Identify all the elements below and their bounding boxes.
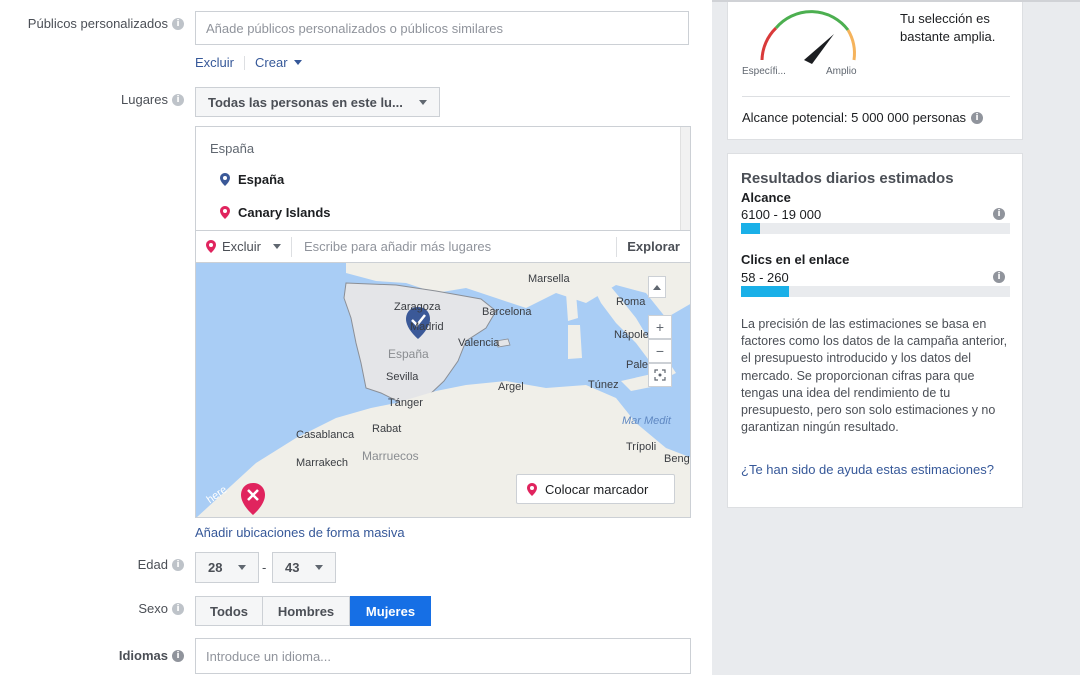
info-icon[interactable]: i — [993, 208, 1005, 220]
map-label: Casablanca — [296, 429, 355, 441]
map-label: Zaragoza — [394, 301, 441, 313]
recenter-icon — [654, 369, 666, 381]
age-min-dropdown[interactable]: 28 — [195, 552, 259, 583]
targeting-form: Públicos personalizados i Añade públicos… — [0, 0, 712, 675]
chevron-up-icon — [653, 284, 661, 290]
age-separator: - — [262, 560, 267, 575]
daily-results-card: Resultados diarios estimados Alcance 610… — [727, 153, 1023, 508]
map-label: Rabat — [372, 423, 402, 435]
custom-audiences-actions: Excluir Crear — [195, 55, 302, 70]
map-pin-icon — [206, 240, 216, 253]
location-item[interactable]: Canary Islands — [220, 205, 331, 220]
info-icon[interactable]: i — [993, 271, 1005, 283]
bulk-locations-link[interactable]: Añadir ubicaciones de forma masiva — [195, 525, 405, 540]
chevron-down-icon — [273, 244, 282, 249]
map-label: Barcelona — [482, 306, 532, 318]
gauge-left-label: Específi... — [742, 66, 786, 77]
chevron-down-icon — [419, 99, 427, 105]
info-icon[interactable]: i — [172, 649, 184, 662]
location-group-header: España — [210, 141, 255, 156]
map-label: Madrid — [410, 321, 444, 333]
map-label: Marruecos — [362, 449, 419, 463]
chevron-down-icon — [238, 565, 246, 570]
audience-gauge — [760, 10, 856, 64]
selected-locations-list: España España Canary Islands — [195, 126, 691, 231]
gauge-right-label: Amplio — [826, 66, 857, 77]
reach-value: 6100 - 19 000 — [741, 207, 822, 222]
map-pin-icon — [527, 482, 537, 496]
divider — [742, 96, 1010, 97]
reach-progress-bar — [741, 223, 1010, 234]
map-pin-icon — [220, 173, 230, 186]
sidebar: Específi... Amplio Tu selección es basta… — [712, 0, 1080, 675]
map-scroll-up[interactable] — [648, 276, 666, 298]
map-label: Valencia — [458, 337, 500, 349]
clicks-progress-bar — [741, 286, 1010, 297]
info-icon[interactable]: i — [971, 111, 984, 124]
fit-bounds-button[interactable] — [648, 363, 672, 387]
custom-audiences-input[interactable]: Añade públicos personalizados o públicos… — [195, 11, 689, 45]
chevron-down-icon — [315, 565, 323, 570]
exclude-link[interactable]: Excluir — [195, 55, 234, 70]
potential-reach: Alcance potencial: 5 000 000 personas i — [742, 110, 984, 125]
map-label: Tánger — [388, 397, 423, 409]
map-label: Argel — [498, 381, 524, 393]
divider — [244, 55, 246, 70]
map-label: España — [388, 347, 429, 361]
feedback-link[interactable]: ¿Te han sido de ayuda estas estimaciones… — [741, 461, 1001, 478]
scrollbar[interactable] — [680, 127, 690, 230]
zoom-out-button[interactable]: − — [648, 339, 672, 363]
explore-button[interactable]: Explorar — [616, 236, 690, 257]
reach-progress-fill — [741, 223, 760, 234]
map-label: Marsella — [528, 273, 570, 285]
place-marker-button[interactable]: Colocar marcador — [516, 474, 675, 504]
audience-status: Tu selección es bastante amplia. — [900, 11, 996, 44]
languages-label: Idiomas i — [119, 648, 184, 663]
gender-option-men[interactable]: Hombres — [262, 596, 350, 626]
info-icon[interactable]: i — [172, 93, 184, 106]
age-label: Edad i — [138, 557, 184, 572]
location-item[interactable]: España — [220, 172, 284, 187]
map-label: Mar Medit — [622, 415, 671, 427]
estimates-disclaimer: La precisión de las estimaciones se basa… — [741, 317, 1008, 435]
location-search-input[interactable]: Escribe para añadir más lugares — [292, 239, 616, 254]
map-label: Túnez — [588, 379, 619, 391]
chevron-down-icon — [293, 60, 302, 65]
clicks-progress-fill — [741, 286, 790, 297]
location-search-row: Excluir Escribe para añadir más lugares … — [195, 231, 691, 263]
info-icon[interactable]: i — [172, 17, 184, 30]
info-icon[interactable]: i — [172, 602, 184, 615]
audience-size-card: Específi... Amplio Tu selección es basta… — [727, 0, 1023, 140]
create-dropdown[interactable]: Crear — [255, 55, 302, 70]
map-label: Marrakech — [296, 457, 348, 469]
include-exclude-dropdown[interactable]: Excluir — [196, 236, 293, 257]
map-label: Trípoli — [626, 441, 657, 453]
custom-audiences-label: Públicos personalizados i — [28, 16, 184, 31]
gender-option-women[interactable]: Mujeres — [350, 596, 431, 626]
map-label: Beng — [664, 453, 690, 465]
location-type-dropdown[interactable]: Todas las personas en este lu... — [195, 87, 440, 117]
info-icon[interactable]: i — [172, 558, 184, 571]
map-pin-icon — [220, 206, 230, 219]
gender-option-all[interactable]: Todos — [195, 596, 263, 626]
daily-results-title: Resultados diarios estimados — [741, 170, 954, 187]
clicks-label: Clics en el enlace — [741, 252, 850, 267]
map-label: Sevilla — [386, 371, 419, 383]
locations-label: Lugares i — [121, 92, 184, 107]
top-divider — [712, 0, 1080, 2]
clicks-value: 58 - 260 — [741, 270, 789, 285]
reach-label: Alcance — [741, 190, 791, 205]
gender-label: Sexo i — [138, 601, 184, 616]
languages-input[interactable]: Introduce un idioma... — [195, 638, 691, 674]
zoom-in-button[interactable]: + — [648, 315, 672, 339]
map-label: Roma — [616, 296, 646, 308]
age-max-dropdown[interactable]: 43 — [272, 552, 336, 583]
